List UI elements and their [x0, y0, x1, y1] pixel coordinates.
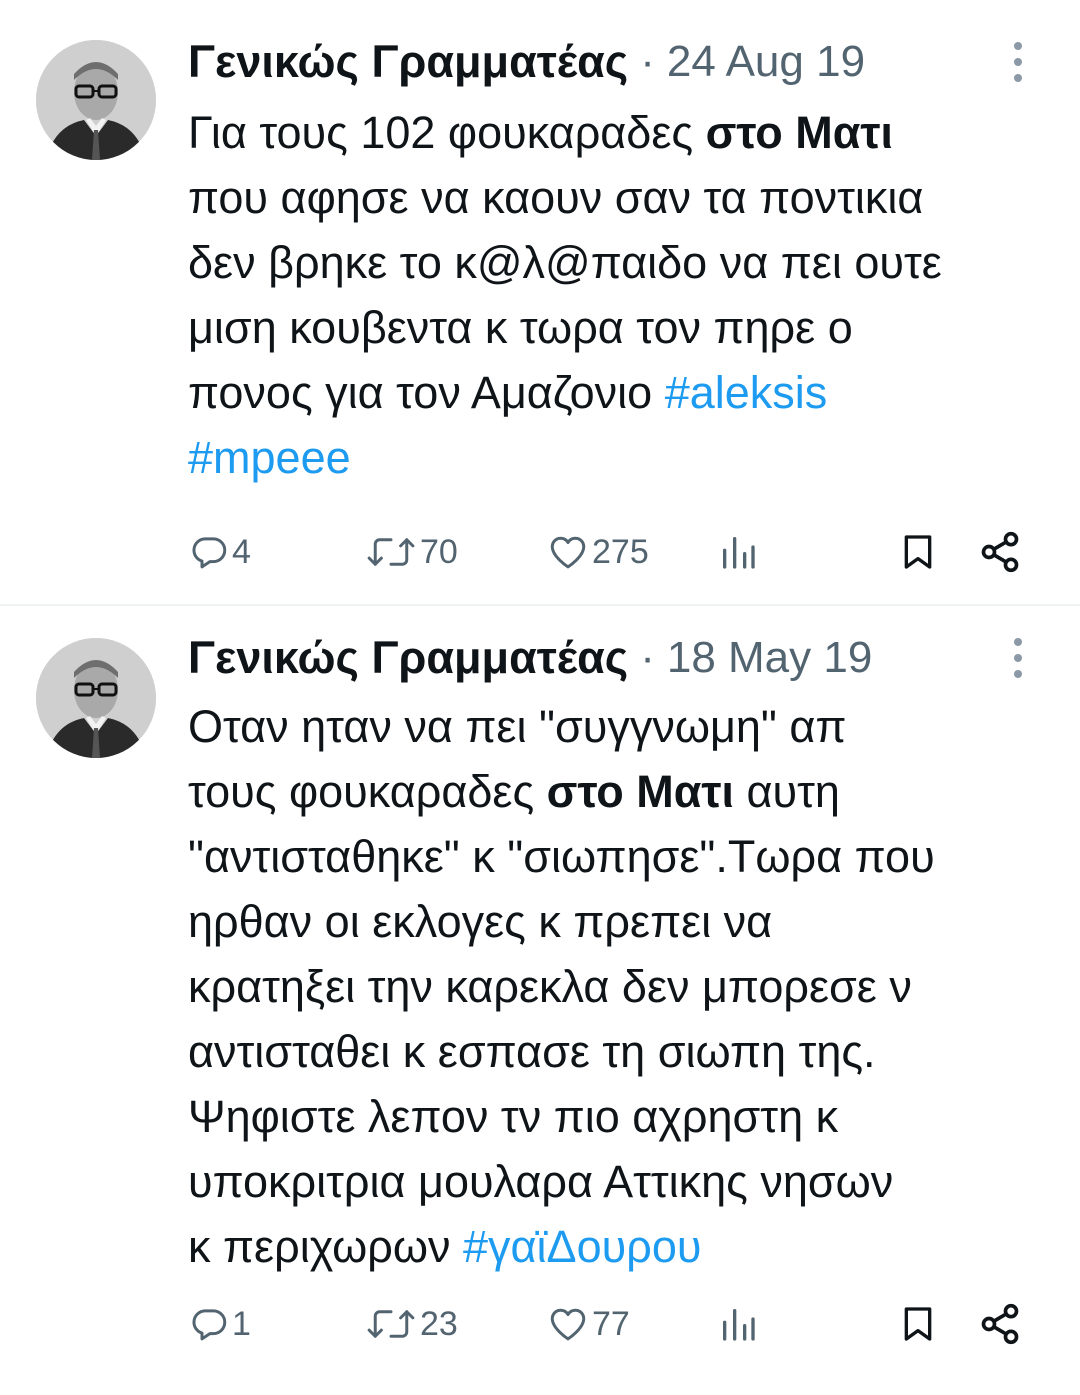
text-line: που αφησε να καουν σαν τα ποντικια: [188, 172, 924, 223]
like-count: 77: [592, 1304, 630, 1343]
hashtag-link[interactable]: #γαϊΔουρου: [463, 1221, 701, 1272]
action-bar: 1 23 77: [188, 1298, 1040, 1350]
share-icon: [981, 531, 1019, 573]
tweet-text: Για τους 102 φουκαραδες στο Ματι που αφη…: [188, 100, 1058, 490]
like-button[interactable]: 77: [546, 1298, 630, 1350]
reply-icon: [192, 537, 227, 569]
more-options-icon[interactable]: [996, 36, 1040, 88]
views-button[interactable]: [718, 526, 758, 578]
reply-icon: [192, 1309, 227, 1341]
text-line: #mpeee: [188, 425, 1058, 490]
heart-icon: [550, 1308, 586, 1341]
avatar[interactable]: [36, 638, 156, 758]
text-line: Για τους 102 φουκαραδες στο Ματι: [188, 107, 893, 158]
tweet-header: Γενικώς Γραμματέας · 24 Aug 19: [188, 32, 1040, 92]
share-button[interactable]: [978, 1298, 1022, 1350]
bookmark-button[interactable]: [898, 526, 938, 578]
hashtag-link[interactable]: #mpeee: [188, 432, 351, 483]
retweet-icon: [367, 538, 415, 566]
reply-button[interactable]: 4: [188, 526, 251, 578]
retweet-button[interactable]: 23: [364, 1298, 458, 1350]
tweet[interactable]: Γενικώς Γραμματέας · 18 May 19 Οταν ηταν…: [0, 606, 1080, 1395]
profile-photo: [36, 638, 156, 758]
text-line: τους φουκαραδες στο Ματι αυτη: [188, 766, 840, 817]
tweet-header: Γενικώς Γραμματέας · 18 May 19: [188, 628, 1040, 688]
retweet-icon: [367, 1310, 415, 1338]
author-name[interactable]: Γενικώς Γραμματέας: [188, 36, 628, 88]
text-line: ηρθαν οι εκλογες κ πρεπει να: [188, 896, 773, 947]
retweet-button[interactable]: 70: [364, 526, 458, 578]
bold-phrase: στο Ματι: [705, 107, 893, 158]
bookmark-button[interactable]: [898, 1298, 938, 1350]
text-line: δεν βρηκε το κ@λ@παιδο να πει ουτε: [188, 237, 942, 288]
reply-count: 4: [232, 532, 251, 571]
text-line: μιση κουβεντα κ τωρα τον πηρε ο: [188, 302, 853, 353]
share-button[interactable]: [978, 526, 1022, 578]
like-count: 275: [592, 532, 649, 571]
tweet[interactable]: Γενικώς Γραμματέας · 24 Aug 19 Για τους …: [0, 0, 1080, 604]
text-line: "αντισταθηκε" κ "σιωπησε".Τωρα που: [188, 831, 935, 882]
reply-button[interactable]: 1: [188, 1298, 251, 1350]
tweet-date[interactable]: 18 May 19: [667, 633, 872, 683]
text-line: κ περιχωρων #γαϊΔουρου: [188, 1221, 702, 1272]
more-options-icon[interactable]: [996, 632, 1040, 684]
text-line: Οταν ηταν να πει "συγγνωμη" απ: [188, 701, 847, 752]
analytics-icon: [723, 537, 755, 569]
bold-phrase: στο Ματι: [546, 766, 735, 817]
like-button[interactable]: 275: [546, 526, 649, 578]
separator-dot: ·: [640, 37, 655, 86]
views-button[interactable]: [718, 1298, 758, 1350]
analytics-icon: [723, 1309, 755, 1341]
separator-dot: ·: [640, 633, 655, 682]
bookmark-icon: [904, 535, 932, 569]
tweet-text: Οταν ηταν να πει "συγγνωμη" απ τους φουκ…: [188, 694, 1058, 1279]
bookmark-icon: [904, 1307, 932, 1341]
text-line: κρατηξει την καρεκλα δεν μπορεσε ν: [188, 961, 912, 1012]
share-icon: [981, 1303, 1019, 1345]
reply-count: 1: [232, 1304, 251, 1343]
avatar[interactable]: [36, 40, 156, 160]
text-line: Ψηφιστε λεπον τν πιο αχρηστη κ: [188, 1091, 839, 1142]
hashtag-link[interactable]: #aleksis: [665, 367, 828, 418]
text-line: πονος για τον Αμαζονιο #aleksis: [188, 367, 828, 418]
action-bar: 4 70 275: [188, 526, 1040, 578]
text-line: αντισταθει κ εσπασε τη σιωπη της.: [188, 1026, 876, 1077]
heart-icon: [550, 536, 586, 569]
retweet-count: 23: [420, 1304, 458, 1343]
retweet-count: 70: [420, 532, 458, 571]
tweet-date[interactable]: 24 Aug 19: [667, 37, 865, 87]
text-line: υποκριτρια μουλαρα Αττικης νησων: [188, 1156, 894, 1207]
author-name[interactable]: Γενικώς Γραμματέας: [188, 632, 628, 684]
profile-photo: [36, 40, 156, 160]
